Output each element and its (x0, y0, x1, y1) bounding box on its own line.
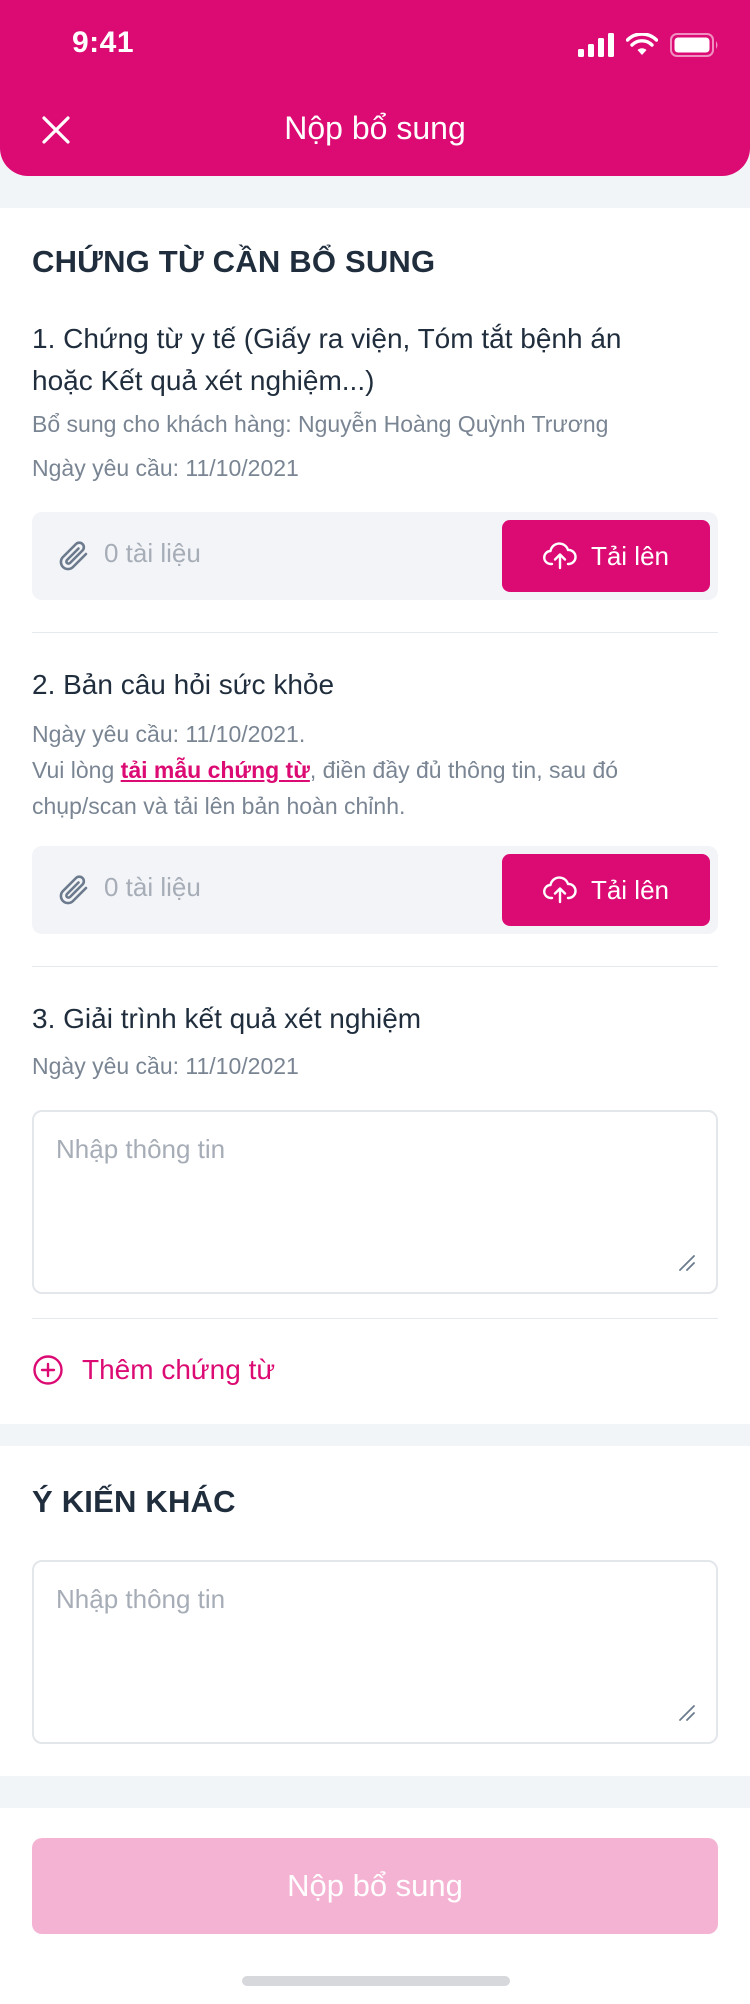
document-item-2-instruction: Vui lòng tải mẫu chứng từ, điền đầy đủ t… (32, 752, 712, 824)
add-document-button[interactable]: Thêm chứng từ (32, 1354, 275, 1386)
document-item-2-title: 2. Bản câu hỏi sức khỏe (32, 669, 335, 700)
divider (32, 632, 718, 633)
app-header: 9:41 Nộp bổ sung (0, 0, 750, 176)
cloud-upload-icon (543, 876, 577, 904)
page-title: Nộp bổ sung (284, 110, 466, 146)
document-item-1-upload-row: 0 tài liệu Tải lên (32, 512, 718, 600)
resize-handle-icon[interactable] (678, 1704, 696, 1722)
other-comments-textarea[interactable]: Nhập thông tin (32, 1560, 718, 1744)
download-template-link[interactable]: tải mẫu chứng từ (121, 757, 310, 783)
documents-card: CHỨNG TỪ CẦN BỔ SUNG 1. Chứng từ y tế (G… (0, 208, 750, 1424)
status-icons (578, 30, 720, 60)
document-item-3-title: 3. Giải trình kết quả xét nghiệm (32, 1003, 422, 1034)
other-section-title: Ý KIẾN KHÁC (32, 1484, 236, 1519)
other-comments-placeholder: Nhập thông tin (56, 1584, 226, 1614)
cloud-upload-icon (543, 542, 577, 570)
battery-icon (670, 33, 718, 57)
document-item-2-date: Ngày yêu cầu: 11/10/2021. (32, 721, 306, 747)
resize-handle-icon[interactable] (678, 1254, 696, 1272)
upload-button-2[interactable]: Tải lên (502, 854, 710, 926)
document-item-2-count: 0 tài liệu (104, 872, 201, 902)
plus-circle-icon (33, 1355, 63, 1385)
paperclip-icon (59, 541, 88, 571)
document-item-1-customer: Bổ sung cho khách hàng: Nguyễn Hoàng Quỳ… (32, 411, 609, 437)
document-item-3-date: Ngày yêu cầu: 11/10/2021 (32, 1053, 299, 1079)
other-comments-card: Ý KIẾN KHÁC Nhập thông tin (0, 1446, 750, 1776)
status-time: 9:41 (72, 26, 135, 59)
signal-icon (578, 33, 614, 57)
home-indicator (242, 1976, 510, 1986)
divider (32, 966, 718, 967)
upload-button-2-label: Tải lên (590, 874, 670, 905)
document-item-1-date: Ngày yêu cầu: 11/10/2021 (32, 455, 299, 481)
submit-button[interactable]: Nộp bổ sung (32, 1838, 718, 1934)
document-item-2-upload-row: 0 tài liệu Tải lên (32, 846, 718, 934)
explanation-placeholder: Nhập thông tin (56, 1134, 226, 1164)
upload-button-1[interactable]: Tải lên (502, 520, 710, 592)
wifi-icon (626, 33, 658, 55)
document-item-1-count: 0 tài liệu (104, 538, 201, 568)
add-document-label: Thêm chứng từ (82, 1354, 276, 1385)
paperclip-icon (59, 875, 88, 905)
document-item-1-title: 1. Chứng từ y tế (Giấy ra viện, Tóm tắt … (32, 323, 622, 396)
instruction-prefix: Vui lòng (32, 757, 121, 783)
divider (32, 1318, 718, 1319)
explanation-textarea[interactable]: Nhập thông tin (32, 1110, 718, 1294)
upload-button-1-label: Tải lên (590, 540, 670, 571)
documents-section-title: CHỨNG TỪ CẦN BỔ SUNG (32, 244, 436, 279)
